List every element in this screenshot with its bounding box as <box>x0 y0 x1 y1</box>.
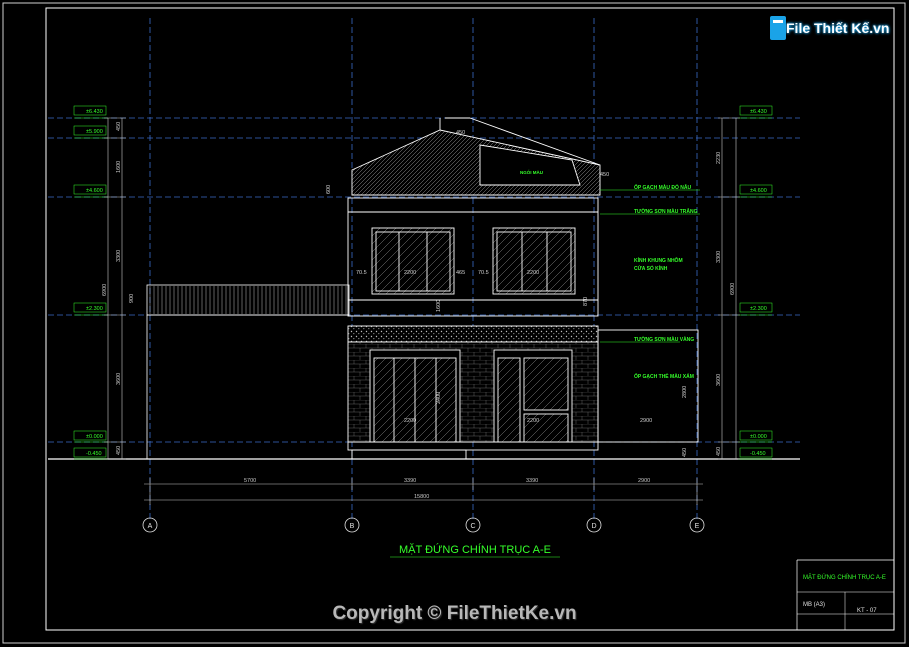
dim-upper-w1: 2200 <box>404 270 416 276</box>
stone-band <box>347 325 599 343</box>
left-dim-total: 6900 <box>102 284 108 296</box>
dim-upper-w2: 2200 <box>527 270 539 276</box>
dim-right-house-h: 2800 <box>682 386 688 398</box>
dim-side-v1: 1600 <box>436 300 442 312</box>
left-dimensions: 450 1600 3300 3600 450 6900 <box>102 117 126 460</box>
left-dim-1: 450 <box>116 122 122 131</box>
left-dim-5: 450 <box>116 446 122 455</box>
level-left-3: ±4.600 <box>86 188 103 194</box>
right-dim-total: 6900 <box>730 283 736 295</box>
total-dim: 15800 <box>414 494 429 500</box>
dim-lower-w2: 2200 <box>527 418 539 424</box>
dim-upper-left: 70.5 <box>356 270 367 276</box>
dim-fence-h: 900 <box>129 294 135 303</box>
right-dim-2: 3300 <box>716 251 722 263</box>
level-markers-left: ±6.430 ±5.900 ±4.600 ±2.300 ±0.000 -0.45… <box>73 105 108 460</box>
right-dim-3: 3600 <box>716 374 722 386</box>
axis-label-e: E <box>695 523 700 530</box>
level-right-3: ±2.300 <box>750 306 767 312</box>
right-dim-4: 450 <box>716 447 722 456</box>
dim-side-v3: 2400 <box>436 392 442 404</box>
axis-label-b: B <box>350 523 355 530</box>
right-dimensions: 2230 3300 3600 450 6900 <box>716 117 740 460</box>
dim-upper-mid2: 70.5 <box>478 270 489 276</box>
axis-dim-4: 2900 <box>638 478 650 484</box>
level-left-5: ±0.000 <box>86 434 103 440</box>
right-dim-1: 2230 <box>716 152 722 164</box>
note-6: ỐP GẠCH THẺ MÀU XÁM <box>634 373 694 380</box>
level-left-2: ±5.900 <box>86 129 103 135</box>
axis-label-d: D <box>591 523 596 530</box>
level-right-2: ±4.600 <box>750 188 767 194</box>
note-2: TƯỜNG SƠN MÀU TRẮNG <box>634 207 698 215</box>
note-3: KÍNH KHUNG NHÔM <box>634 256 683 264</box>
left-dim-2: 1600 <box>116 161 122 173</box>
level-left-6: -0.450 <box>86 451 102 457</box>
axis-dim-1: 5700 <box>244 478 256 484</box>
sheet-border-inner <box>45 7 895 631</box>
level-right-4: ±0.000 <box>750 434 767 440</box>
upper-window-left <box>371 227 455 295</box>
note-4: CỬA SỔ KÍNH <box>634 264 668 272</box>
left-dim-4: 3600 <box>116 373 122 385</box>
note-5: TƯỜNG SƠN MÀU VÀNG <box>634 335 694 343</box>
dim-roof-h: 600 <box>326 185 332 194</box>
dim-lower-span: 2900 <box>640 418 652 424</box>
roof-note: NGÓI MÀU <box>520 168 543 175</box>
title-block-name: MẶT ĐỨNG CHÍNH TRỤC A-E <box>803 574 886 581</box>
dim-right-base: 450 <box>682 448 688 457</box>
bottom-dimensions: 5700 3390 3390 2900 15800 <box>144 478 703 505</box>
axis-label-c: C <box>470 523 475 530</box>
upper-window-right <box>492 227 576 295</box>
dim-side-v2: 870 <box>583 297 589 306</box>
copyright-watermark: Copyright © FileThietKe.vn <box>332 603 577 624</box>
dim-roof-right: 450 <box>600 172 609 178</box>
drawing-title: MẶT ĐỨNG CHÍNH TRỤC A-E <box>399 543 551 556</box>
note-1: ỐP GẠCH MÀU ĐỎ NÂU <box>634 184 692 191</box>
axis-dim-3: 3390 <box>526 478 538 484</box>
axis-label-a: A <box>148 523 153 530</box>
dim-roof-top: 450 <box>456 130 465 136</box>
level-right-1: ±6.430 <box>750 109 767 115</box>
axis-dim-2: 3390 <box>404 478 416 484</box>
level-left-4: ±2.300 <box>86 306 103 312</box>
axis-bubbles: A B C D E <box>142 517 705 533</box>
logo-text: File Thiết Kế.vn <box>786 20 890 36</box>
dim-upper-mid: 465 <box>456 270 465 276</box>
dim-lower-w1: 2200 <box>404 418 416 424</box>
side-fence <box>146 284 350 459</box>
left-dim-3: 3300 <box>116 250 122 262</box>
level-left-1: ±6.430 <box>86 109 103 115</box>
level-right-5: -0.450 <box>750 451 766 457</box>
elevation-drawing: MẶT ĐỨNG CHÍNH TRỤC A-E MB (A3) KT - 07 … <box>2 2 906 644</box>
level-markers-right: ±6.430 ±4.600 ±2.300 ±0.000 -0.450 <box>738 105 773 460</box>
